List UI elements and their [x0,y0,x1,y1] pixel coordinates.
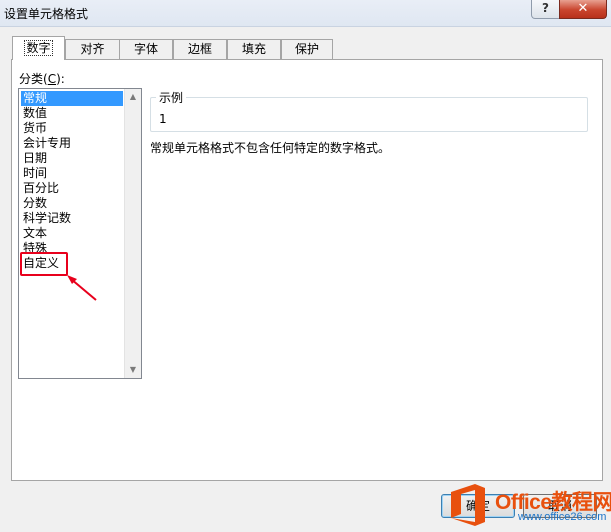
category-listbox[interactable]: 常规 数值 货币 会计专用 日期 时间 百分比 分数 科学记数 文本 特殊 自定义 ▲ ▼ [18,88,142,379]
category-item[interactable]: 时间 [21,166,123,181]
category-list: 常规 数值 货币 会计专用 日期 时间 百分比 分数 科学记数 文本 特殊 自定义 [21,91,123,271]
tab-fill[interactable]: 填充 [227,39,281,59]
close-button[interactable]: ✕ [559,0,607,19]
window-title: 设置单元格格式 [4,7,89,21]
help-button[interactable]: ? [531,0,560,19]
title-bar: 设置单元格格式 ? ✕ [0,0,611,27]
sample-value: 1 [159,112,167,126]
category-item[interactable]: 货币 [21,121,123,136]
office26-watermark: Office教程网 www.office26.com [443,478,611,532]
category-item[interactable]: 科学记数 [21,211,123,226]
tab-number[interactable]: 数字 [12,36,65,60]
tab-border[interactable]: 边框 [173,39,227,59]
tab-protection[interactable]: 保护 [281,39,333,59]
category-item[interactable]: 数值 [21,106,123,121]
tab-font[interactable]: 字体 [119,39,173,59]
category-item[interactable]: 文本 [21,226,123,241]
scroll-down-arrow-icon[interactable]: ▼ [125,362,141,378]
watermark-url: www.office26.com [518,511,607,523]
office-logo-icon [451,484,485,526]
custom-highlight-box [20,252,68,276]
category-scrollbar[interactable]: ▲ ▼ [124,89,141,378]
category-item[interactable]: 会计专用 [21,136,123,151]
category-item[interactable]: 百分比 [21,181,123,196]
sample-legend: 示例 [156,89,187,106]
scroll-up-arrow-icon[interactable]: ▲ [125,89,141,105]
category-label: 分类(C): [19,72,65,86]
category-item[interactable]: 常规 [21,91,123,106]
format-description: 常规单元格格式不包含任何特定的数字格式。 [150,141,391,155]
sample-group [150,97,588,132]
category-item[interactable]: 分数 [21,196,123,211]
red-arrow-icon [67,275,97,301]
tab-alignment[interactable]: 对齐 [65,39,120,59]
category-item[interactable]: 日期 [21,151,123,166]
